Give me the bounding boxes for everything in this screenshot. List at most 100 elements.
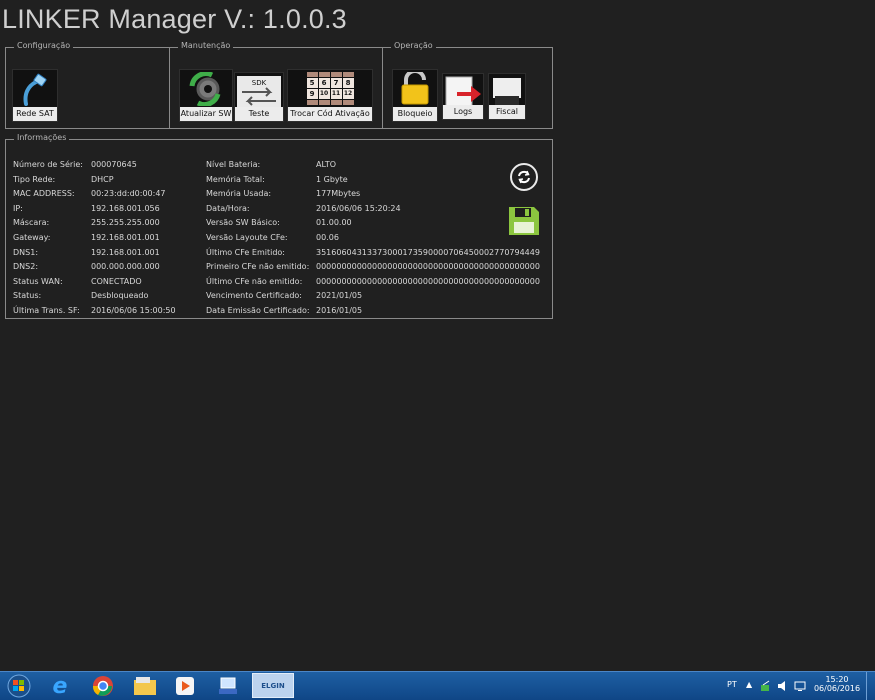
info-value: 177Mbytes [316, 189, 361, 199]
keypad-key: 5 [306, 78, 318, 88]
info-value: Desbloqueado [91, 291, 149, 301]
keypad-icon: 5 6 7 8 9 10 11 12 [288, 72, 372, 105]
info-label: Versão SW Básico: [206, 218, 280, 228]
internet-explorer-icon: e [52, 673, 68, 699]
group-operacao-title: Operação [391, 41, 436, 50]
info-value: 3516060431337300017359000070645000277079… [316, 247, 540, 257]
keypad-key: 6 [318, 78, 330, 88]
info-label: Número de Série: [13, 160, 83, 169]
group-configuracao: Configuração Rede SAT [5, 41, 170, 129]
info-value: 0000000000000000000000000000000000000000… [316, 262, 540, 272]
sdk-text: SDK [252, 79, 267, 87]
refresh-icon [518, 170, 530, 184]
keypad-key: 8 [342, 78, 354, 88]
info-value: 000.000.000.000 [91, 262, 160, 272]
info-label: Status WAN: [13, 276, 63, 286]
chrome-icon [92, 676, 113, 696]
group-manutencao: Manutenção Atualizar SW SDK Teste 5 6 7 … [169, 41, 383, 129]
taskbar-chrome[interactable] [85, 674, 121, 698]
info-value: 2016/01/05 [316, 306, 363, 315]
keypad-key: 7 [330, 78, 342, 88]
active-app-label: ELGIN [261, 681, 285, 690]
show-hidden-icons[interactable]: ▲ [746, 680, 752, 689]
info-value: 2016/06/06 15:20:24 [316, 203, 401, 213]
info-value: 2016/06/06 15:00:50 [91, 306, 176, 315]
info-label: Memória Usada: [206, 189, 272, 199]
group-operacao: Operação Bloqueio Logs Fiscal [382, 41, 553, 129]
padlock-icon [393, 72, 437, 106]
taskbar: e ELGIN PT ▲ 15:20 06/06/2016 [0, 671, 875, 700]
computer-network-icon [219, 677, 237, 694]
taskbar-network-app[interactable] [210, 674, 246, 698]
info-value: 00.06 [316, 233, 339, 242]
sdk-arrows-icon: SDK [235, 75, 283, 109]
info-label: Vencimento Certificado: [206, 291, 302, 301]
info-label: Nível Bateria: [206, 160, 261, 169]
info-label: Última Trans. SF: [13, 306, 80, 315]
volume-icon[interactable] [777, 680, 789, 692]
keypad-key: 9 [306, 89, 318, 99]
teste-label: Teste [235, 107, 283, 121]
bloqueio-button[interactable]: Bloqueio [392, 69, 438, 122]
info-label: IP: [13, 203, 23, 213]
show-desktop-button[interactable] [866, 672, 875, 700]
logs-label: Logs [443, 105, 483, 119]
network-cable-icon [13, 72, 57, 106]
atualizar-sw-button[interactable]: Atualizar SW [179, 69, 233, 122]
info-value: 192.168.001.001 [91, 233, 160, 242]
keypad-key: 11 [330, 89, 342, 99]
floppy-disk-icon [509, 207, 539, 235]
logs-export-icon [443, 76, 483, 108]
info-label: Data/Hora: [206, 203, 250, 213]
refresh-button[interactable] [510, 163, 538, 191]
keypad-key: 12 [342, 89, 354, 99]
info-label: Gateway: [13, 233, 51, 242]
info-value: 1 Gbyte [316, 174, 348, 184]
folder-icon [134, 677, 156, 695]
clock-time: 15:20 [825, 675, 849, 684]
taskbar-media-player[interactable] [167, 674, 203, 698]
info-label: Último CFe não emitido: [206, 276, 303, 286]
group-configuracao-title: Configuração [14, 41, 74, 50]
info-value: 255.255.255.000 [91, 218, 160, 228]
info-label: Status: [13, 291, 42, 301]
info-value: ALTO [316, 160, 337, 169]
group-informacoes: Informações Número de Série: 000070645 Tip… [5, 133, 553, 319]
teste-button[interactable]: SDK Teste [234, 72, 284, 122]
taskbar-active-app[interactable]: ELGIN [252, 673, 294, 698]
refresh-gear-icon [180, 72, 232, 106]
group-manutencao-title: Manutenção [178, 41, 234, 50]
info-label: DNS2: [13, 262, 39, 272]
info-label: Data Emissão Certificado: [206, 306, 310, 315]
network-tray-icon[interactable] [760, 680, 772, 692]
action-center-icon[interactable] [794, 680, 806, 692]
info-value: 192.168.001.056 [91, 203, 160, 213]
info-value: 2021/01/05 [316, 291, 363, 301]
save-button[interactable] [508, 206, 540, 236]
info-value: 01.00.00 [316, 218, 352, 228]
clock-date: 06/06/2016 [813, 684, 861, 693]
info-value: 00:23:dd:d0:00:47 [91, 189, 166, 199]
trocar-cod-ativacao-label: Trocar Cód Ativação [288, 107, 372, 121]
language-indicator[interactable]: PT [727, 680, 737, 689]
info-label: Primeiro CFe não emitido: [206, 262, 310, 272]
taskbar-file-explorer[interactable] [127, 674, 163, 698]
info-value: DHCP [91, 174, 114, 184]
info-label: MAC ADDRESS: [13, 189, 75, 199]
keypad-key: 10 [318, 89, 330, 99]
fiscal-button[interactable]: Fiscal [488, 73, 526, 120]
logs-button[interactable]: Logs [442, 73, 484, 120]
info-label: Versão Layoute CFe: [206, 233, 288, 242]
media-player-icon [176, 677, 194, 695]
trocar-cod-ativacao-button[interactable]: 5 6 7 8 9 10 11 12 Trocar Cód Ativação [287, 69, 373, 122]
start-button[interactable] [2, 674, 36, 698]
info-value: CONECTADO [91, 276, 142, 286]
clock[interactable]: 15:20 06/06/2016 [812, 675, 862, 693]
info-value: 192.168.001.001 [91, 247, 160, 257]
group-informacoes-title: Informações [14, 133, 70, 142]
info-label: DNS1: [13, 247, 39, 257]
app-title: LINKER Manager V.: 1.0.0.3 [2, 4, 347, 34]
fiscal-label: Fiscal [489, 105, 525, 119]
rede-sat-button[interactable]: Rede SAT [12, 69, 58, 122]
taskbar-internet-explorer[interactable]: e [42, 673, 78, 699]
